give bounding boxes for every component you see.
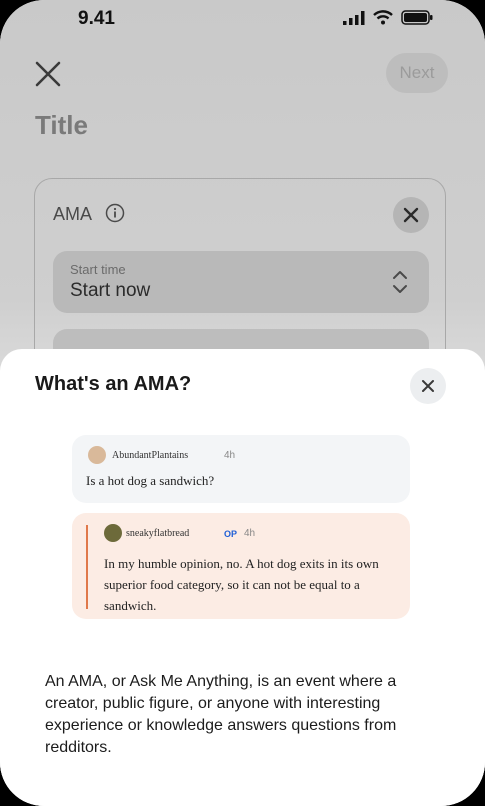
comment-text: Is a hot dog a sandwich? xyxy=(86,473,215,488)
status-icons xyxy=(343,10,433,25)
chevron-up-down-icon xyxy=(393,271,407,293)
avatar xyxy=(104,524,122,542)
signal-icon xyxy=(343,10,365,25)
start-time-select[interactable]: Start time Start now xyxy=(53,251,429,313)
example-reply: sneakyflatbread OP 4h In my humble opini… xyxy=(72,513,410,619)
sheet-close-button[interactable] xyxy=(410,368,446,404)
comment-username: AbundantPlantains xyxy=(112,450,189,461)
page-title: Title xyxy=(35,110,88,140)
ama-label: AMA xyxy=(53,204,93,224)
reply-age: 4h xyxy=(244,528,256,539)
close-icon xyxy=(422,380,434,392)
battery-icon xyxy=(401,10,433,25)
remove-ama-button[interactable] xyxy=(393,197,429,233)
reply-username: sneakyflatbread xyxy=(126,528,190,539)
op-badge: OP xyxy=(224,529,238,539)
start-time-label: Start time xyxy=(70,262,126,277)
comment-age: 4h xyxy=(224,450,236,461)
close-icon xyxy=(403,207,419,223)
avatar xyxy=(88,446,106,464)
wifi-icon xyxy=(373,10,393,25)
start-time-value: Start now xyxy=(70,280,151,301)
reply-thread-line xyxy=(86,525,88,609)
bottom-sheet: What's an AMA? AbundantPlantains 4h Is a… xyxy=(0,349,485,806)
phone-screen: 9.41 Next Title AMA Start time Start now… xyxy=(0,0,485,806)
status-bar: 9.41 xyxy=(0,0,485,42)
sheet-title: What's an AMA? xyxy=(35,373,192,395)
info-icon[interactable] xyxy=(105,203,125,223)
status-time: 9.41 xyxy=(78,8,115,29)
reply-text: In my humble opinion, no. A hot dog exit… xyxy=(104,556,379,613)
ama-description: An AMA, or Ask Me Anything, is an event … xyxy=(45,673,397,756)
next-button[interactable]: Next xyxy=(386,53,448,93)
example-comment: AbundantPlantains 4h Is a hot dog a sand… xyxy=(72,435,410,503)
close-icon[interactable] xyxy=(34,60,62,88)
